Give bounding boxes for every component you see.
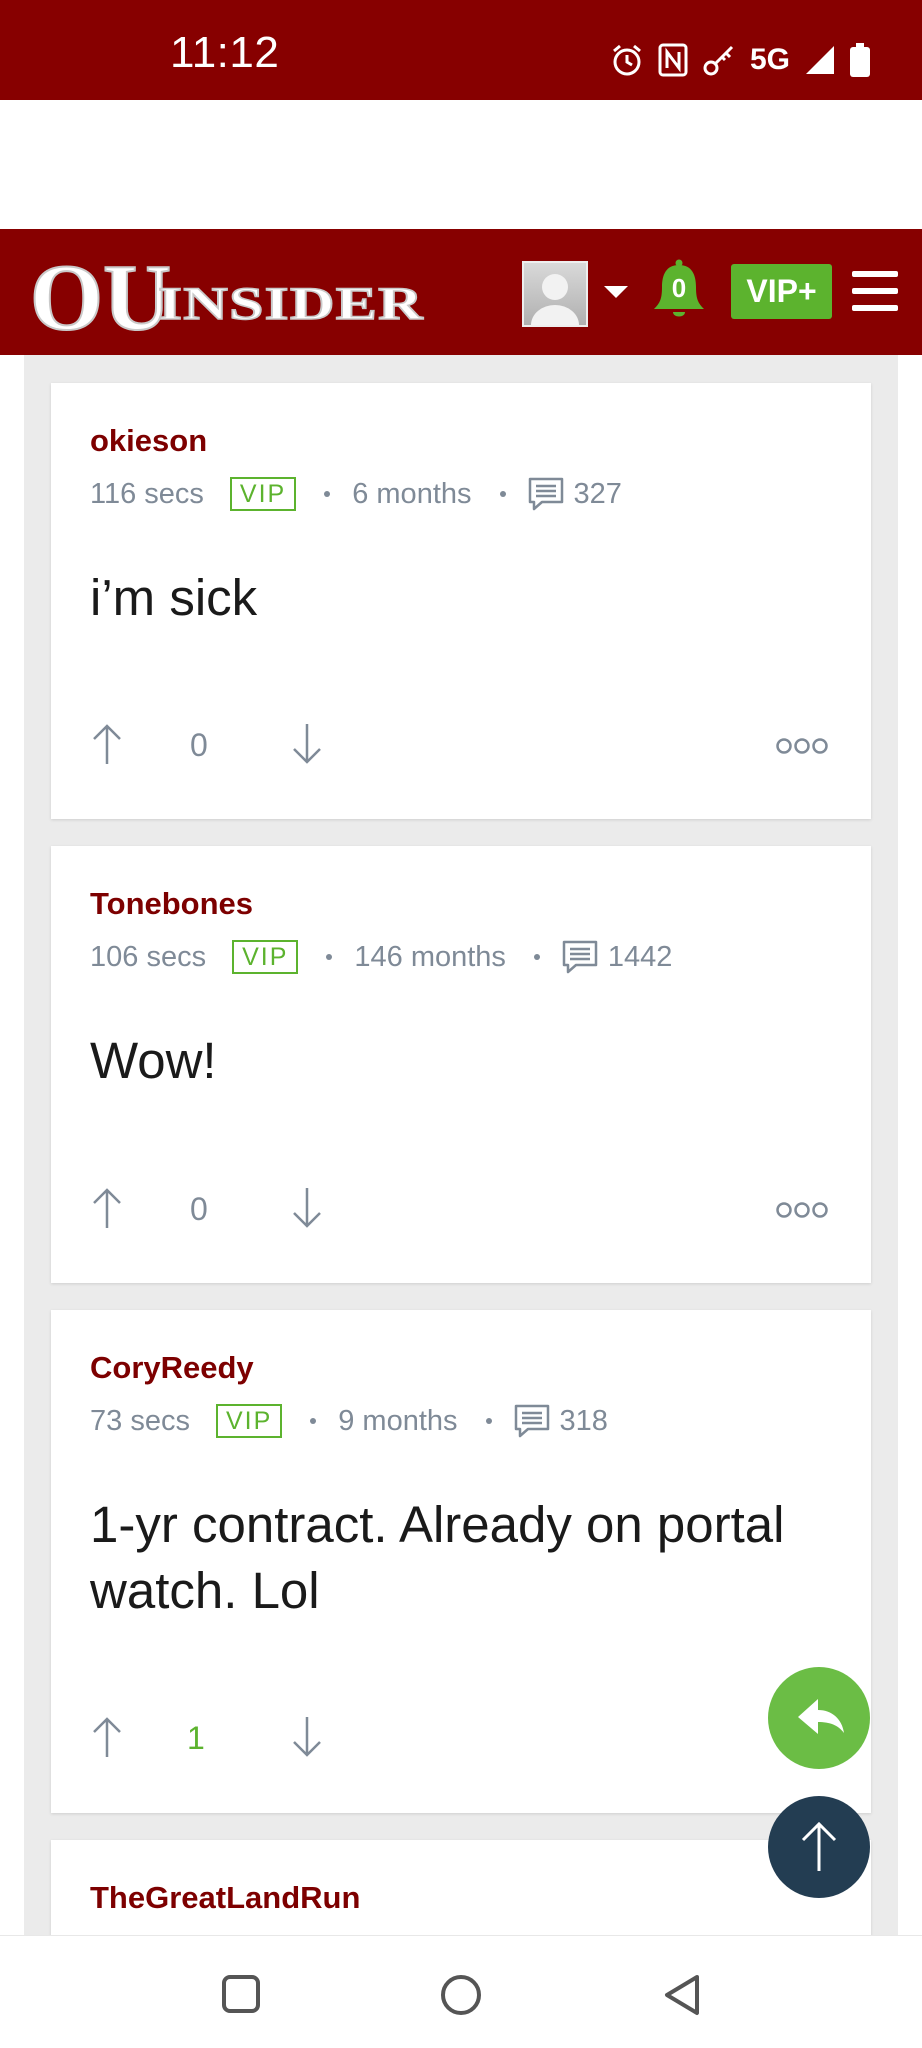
- app-header: OU INSIDER 0 VIP+: [0, 229, 922, 355]
- vip-plus-button[interactable]: VIP+: [731, 264, 832, 319]
- notification-count: 0: [671, 273, 687, 303]
- vote-count: 1: [187, 1720, 205, 1756]
- arrow-down-icon[interactable]: [290, 723, 324, 765]
- separator-dot: [485, 1418, 492, 1424]
- nav-back-icon[interactable]: [662, 1973, 702, 2017]
- status-time: 11:12: [170, 28, 280, 77]
- post-username[interactable]: okieson: [90, 423, 207, 459]
- arrow-down-icon[interactable]: [290, 1716, 324, 1758]
- avatar[interactable]: [522, 261, 588, 327]
- arrow-up-icon[interactable]: [90, 723, 124, 765]
- separator-dot: [533, 954, 540, 960]
- post-time: 73 secs: [90, 1404, 190, 1437]
- reply-icon: [798, 1699, 844, 1734]
- post-meta: 73 secs VIP 9 months 318: [90, 1404, 608, 1438]
- comment-count: 1442: [607, 940, 673, 973]
- post-text: i’m sick: [90, 569, 258, 626]
- vote-count: 0: [190, 1191, 208, 1227]
- blank-area: [0, 100, 922, 229]
- alarm-icon: [613, 44, 641, 76]
- nfc-icon: [658, 43, 688, 77]
- vip-badge: VIP: [215, 1404, 283, 1438]
- arrow-up-icon[interactable]: [90, 1187, 124, 1229]
- separator-dot: [310, 1418, 317, 1424]
- arrow-up-icon: [801, 1821, 837, 1871]
- site-logo[interactable]: OU INSIDER: [30, 247, 428, 339]
- chevron-down-icon[interactable]: [604, 286, 628, 298]
- post-time: 106 secs: [90, 940, 207, 973]
- more-icon[interactable]: [775, 1201, 829, 1219]
- post-text: Wow!: [90, 1032, 217, 1089]
- reply-button[interactable]: [768, 1667, 870, 1769]
- separator-dot: [499, 491, 506, 497]
- post-feed: okieson 116 secs VIP 6 months 327 i’m si…: [24, 355, 898, 1935]
- scroll-to-top-button[interactable]: [768, 1796, 870, 1898]
- arrow-up-icon[interactable]: [90, 1716, 124, 1758]
- post-card: CoryReedy 73 secs VIP 9 months 318 1-yr …: [51, 1310, 871, 1813]
- comment-icon: [562, 940, 598, 974]
- post-meta: 116 secs VIP 6 months 327: [90, 477, 622, 511]
- vote-count: 0: [190, 727, 208, 763]
- menu-icon[interactable]: [852, 271, 898, 311]
- post-card: Tonebones 106 secs VIP 146 months 1442 W…: [51, 846, 871, 1283]
- nav-home-icon[interactable]: [440, 1974, 482, 2016]
- vip-badge: VIP: [229, 477, 297, 511]
- post-username[interactable]: TheGreatLandRun: [90, 1880, 360, 1916]
- post-card: TheGreatLandRun: [51, 1840, 871, 1935]
- status-bar: 11:12 5G: [0, 0, 922, 100]
- comment-count: 327: [573, 477, 622, 510]
- signal-icon: [806, 46, 834, 74]
- post-username[interactable]: CoryReedy: [90, 1350, 254, 1386]
- member-tenure: 6 months: [352, 477, 472, 510]
- system-nav-bar: [0, 1935, 922, 2048]
- separator-dot: [324, 491, 331, 497]
- post-card: okieson 116 secs VIP 6 months 327 i’m si…: [51, 383, 871, 819]
- vip-badge: VIP: [232, 940, 299, 974]
- key-icon: [703, 45, 734, 76]
- logo-text-insider: INSIDER: [158, 278, 424, 330]
- arrow-down-icon[interactable]: [290, 1187, 324, 1229]
- member-tenure: 9 months: [338, 1404, 458, 1437]
- comment-icon: [528, 477, 563, 511]
- nav-recents-icon[interactable]: [221, 1974, 261, 2014]
- separator-dot: [326, 954, 333, 960]
- member-tenure: 146 months: [354, 940, 506, 973]
- status-icons: 5G: [610, 40, 870, 80]
- post-time: 116 secs: [90, 477, 204, 510]
- post-username[interactable]: Tonebones: [90, 886, 253, 922]
- post-meta: 106 secs VIP 146 months 1442: [90, 940, 672, 974]
- network-label: 5G: [749, 43, 790, 76]
- post-text: 1-yr contract. Already on portal watch. …: [90, 1496, 785, 1619]
- comment-icon: [514, 1404, 549, 1438]
- more-icon[interactable]: [775, 737, 829, 755]
- battery-icon: [850, 43, 870, 77]
- comment-count: 318: [559, 1404, 608, 1437]
- logo-text-ou: OU: [30, 247, 171, 339]
